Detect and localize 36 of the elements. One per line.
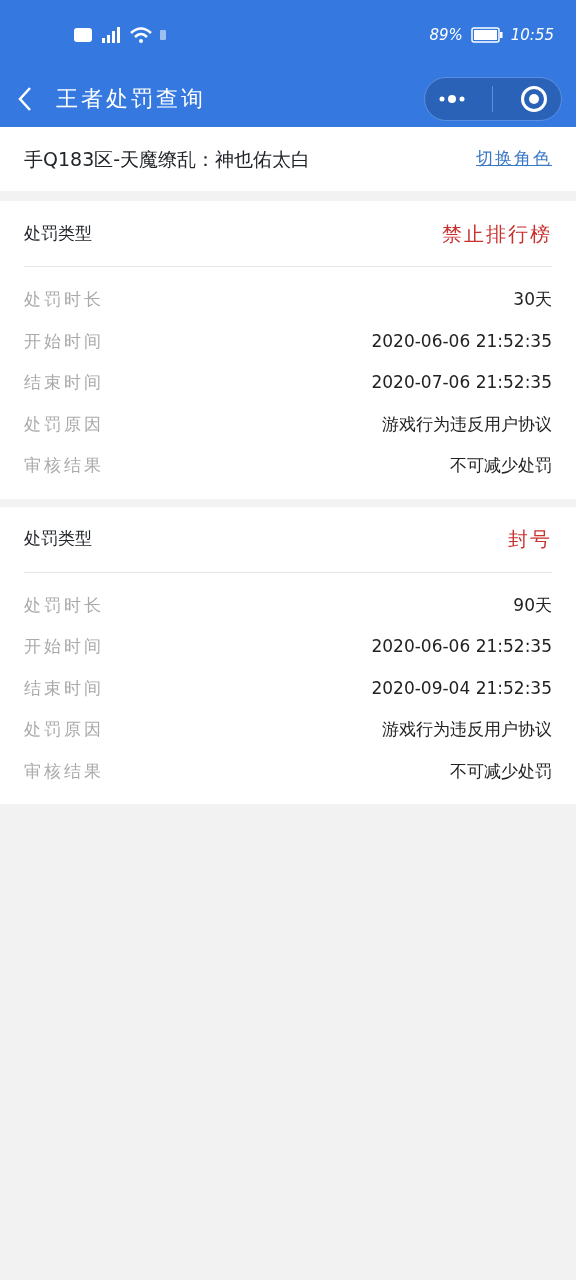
detail-value: 游戏行为违反用户协议 <box>382 412 552 436</box>
detail-value: 2020-06-06 21:52:35 <box>371 329 552 353</box>
detail-label: 处罚原因 <box>24 412 104 436</box>
role-name: 手Q183区-天魔缭乱：神也佑太白 <box>24 146 311 172</box>
switch-role-link[interactable]: 切换角色 <box>476 146 552 172</box>
detail-value: 90天 <box>513 593 552 617</box>
battery-percentage: 89% <box>429 24 463 46</box>
detail-value: 2020-06-06 21:52:35 <box>371 635 552 658</box>
detail-value: 不可减少处罚 <box>450 454 552 477</box>
detail-label: 审核结果 <box>24 454 104 477</box>
detail-label: 开始时间 <box>24 635 104 658</box>
detail-value: 2020-09-04 21:52:35 <box>371 676 552 700</box>
penalty-type-value: 封号 <box>508 526 552 553</box>
back-icon[interactable] <box>18 85 32 112</box>
penalty-type-label: 处罚类型 <box>24 527 92 551</box>
detail-label: 处罚时长 <box>24 288 104 311</box>
detail-label: 结束时间 <box>24 676 104 700</box>
page-title: 王者处罚查询 <box>56 85 206 113</box>
detail-label: 处罚时长 <box>24 593 104 617</box>
detail-label: 开始时间 <box>24 329 104 353</box>
wifi-icon <box>130 27 152 43</box>
detail-label: 处罚原因 <box>24 718 104 741</box>
close-icon[interactable] <box>519 84 548 113</box>
status-icon <box>160 30 166 40</box>
detail-label: 审核结果 <box>24 759 104 783</box>
penalty-type-value: 禁止排行榜 <box>442 220 552 248</box>
detail-value: 不可减少处罚 <box>450 759 552 783</box>
clock-time: 10:55 <box>510 24 554 46</box>
penalty-type-label: 处罚类型 <box>24 221 92 245</box>
detail-value: 2020-07-06 21:52:35 <box>371 371 552 394</box>
signal-icon <box>100 27 122 43</box>
detail-label: 结束时间 <box>24 371 104 394</box>
battery-icon <box>470 27 503 43</box>
detail-value: 游戏行为违反用户协议 <box>382 718 552 741</box>
more-icon[interactable] <box>438 93 467 104</box>
detail-value: 30天 <box>513 288 552 311</box>
